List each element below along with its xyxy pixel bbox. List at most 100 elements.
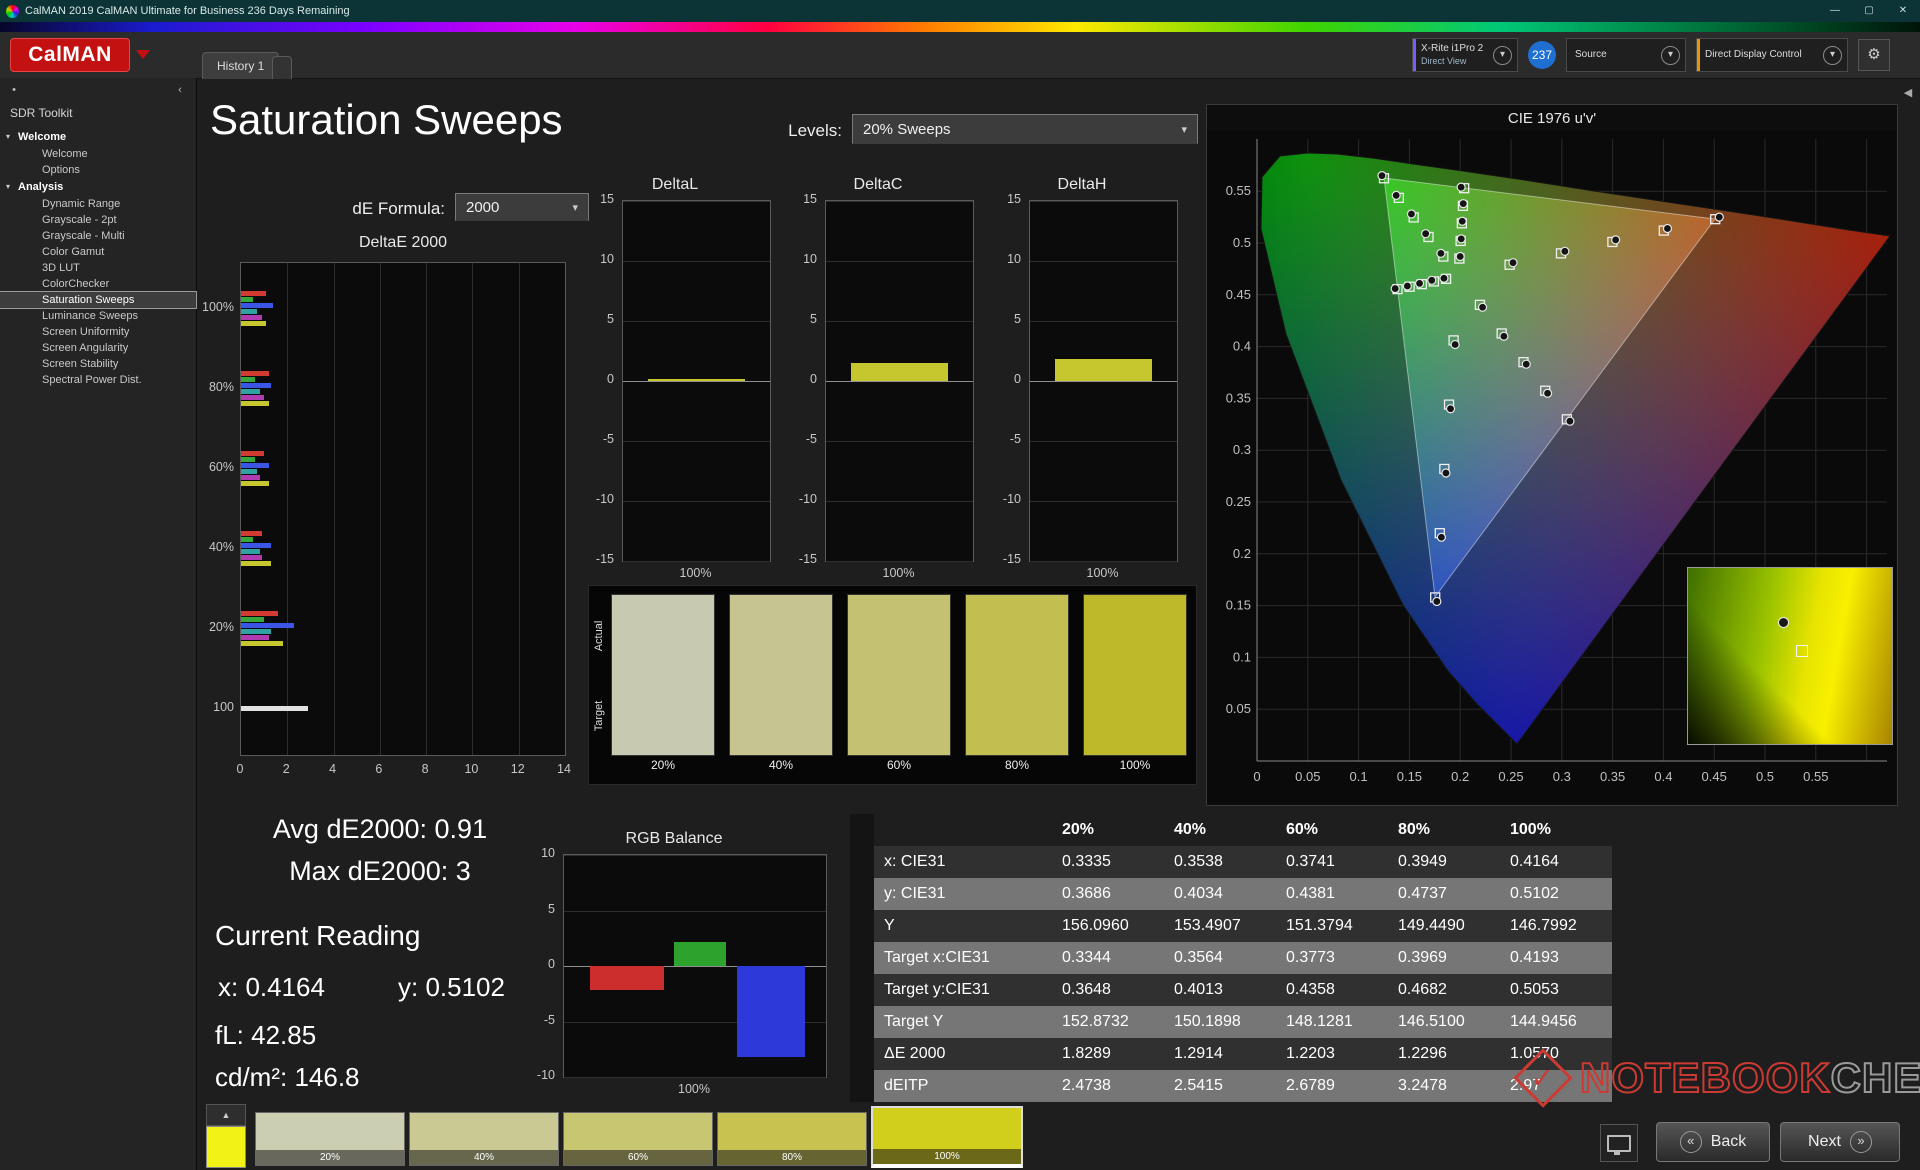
- workflow-tree: ▾ Welcome Welcome Options ▾ Analysis Dynamic R…: [0, 128, 197, 388]
- source-dropdown[interactable]: Source ▾: [1566, 38, 1686, 72]
- sidebar-item-saturation-sweeps[interactable]: Saturation Sweeps: [0, 291, 197, 309]
- logo-dropdown-caret-icon[interactable]: [136, 50, 150, 59]
- expand-up-button[interactable]: ▲: [206, 1104, 246, 1126]
- axis-tick: 10: [541, 846, 555, 860]
- axis-tick: -10: [1002, 492, 1021, 506]
- bottom-swatch-bar: 20% 40% 60% 80% 100%: [255, 1106, 1085, 1168]
- axis-tick: 0.1: [1233, 649, 1251, 664]
- meter-accent: [1413, 39, 1416, 71]
- tab-stub[interactable]: [272, 56, 292, 79]
- sidebar-item-options[interactable]: Options: [0, 162, 196, 178]
- next-button[interactable]: Next »: [1780, 1122, 1900, 1162]
- de-formula-dropdown[interactable]: 2000 ▾: [455, 193, 589, 221]
- settings-button[interactable]: ⚙: [1858, 39, 1890, 71]
- sidebar-item-luminance-sweeps[interactable]: Luminance Sweeps: [0, 308, 196, 324]
- deltac-chart: 15 10 5 0 -5 -10 -15 100%: [783, 192, 974, 592]
- back-button[interactable]: « Back: [1656, 1122, 1770, 1162]
- bottom-swatch-40[interactable]: 40%: [409, 1112, 559, 1166]
- gamut-preview-inset[interactable]: [1687, 567, 1893, 745]
- sidebar-section-welcome[interactable]: ▾ Welcome: [0, 128, 196, 146]
- current-patch-swatch[interactable]: [206, 1126, 246, 1168]
- sidebar-item-screen-uniformity[interactable]: Screen Uniformity: [0, 324, 196, 340]
- table-cell: 156.0960: [1052, 910, 1164, 942]
- swatch-label: 100%: [873, 1149, 1021, 1164]
- table-cell: 2.6789: [1276, 1070, 1388, 1102]
- axis-tick: 10: [464, 762, 479, 776]
- maximize-button[interactable]: ▢: [1852, 0, 1886, 22]
- patch-count-badge[interactable]: 237: [1528, 41, 1556, 69]
- tree-expand-icon[interactable]: ▾: [6, 182, 10, 191]
- notebookcheck-logo-icon: ✓: [1513, 1048, 1573, 1108]
- de-bar: [241, 400, 269, 406]
- minimize-button[interactable]: —: [1818, 0, 1852, 22]
- table-cell: 0.4737: [1388, 878, 1500, 910]
- sidebar-item-grayscale-2pt[interactable]: Grayscale - 2pt: [0, 212, 196, 228]
- de-bar: [241, 610, 279, 616]
- sidebar-item-spectral-power-dist[interactable]: Spectral Power Dist.: [0, 372, 196, 388]
- formula-value: 2000: [466, 198, 500, 216]
- collapse-panel-button[interactable]: ◀: [1900, 86, 1916, 99]
- swatch-color: [1083, 594, 1187, 756]
- tab-history-1[interactable]: History 1: [202, 52, 280, 79]
- axis-tick: -5: [543, 1012, 555, 1027]
- cie-measured-point: [1436, 532, 1447, 542]
- tree-expand-icon[interactable]: ▾: [6, 132, 10, 141]
- axis-tick: 0.3: [1553, 769, 1571, 784]
- de-bar: [241, 370, 269, 376]
- table-cell: 146.7992: [1500, 910, 1612, 942]
- table-cell: [850, 974, 874, 1006]
- display-control-dropdown[interactable]: Direct Display Control ▾: [1696, 38, 1848, 72]
- meter-dropdown[interactable]: X-Rite i1Pro 2 Direct View ▾: [1412, 38, 1518, 72]
- axis-tick: 100%: [1086, 566, 1119, 580]
- axis-tick: 100%: [678, 1082, 710, 1096]
- sidebar-item-screen-stability[interactable]: Screen Stability: [0, 356, 196, 372]
- page-title: Saturation Sweeps: [210, 96, 563, 143]
- axis-tick: 0.35: [1600, 769, 1625, 784]
- axis-tick: 5: [548, 901, 555, 916]
- axis-tick: 100%: [882, 566, 915, 580]
- chart-bar: [590, 966, 664, 991]
- sidebar-item-screen-angularity[interactable]: Screen Angularity: [0, 340, 196, 356]
- sidebar-item-dynamic-range[interactable]: Dynamic Range: [0, 196, 196, 212]
- axis-tick: 5: [607, 312, 614, 326]
- axis-tick: 0: [607, 372, 614, 386]
- sidebar-item-colorchecker[interactable]: ColorChecker: [0, 276, 196, 292]
- levels-dropdown[interactable]: 20% Sweeps ▾: [852, 114, 1198, 144]
- swatch-label: 40%: [410, 1150, 558, 1165]
- sidebar-section-analysis[interactable]: ▾ Analysis: [0, 178, 196, 196]
- chevron-down-icon: ▾: [572, 201, 578, 214]
- table-cell: 0.3773: [1276, 942, 1388, 974]
- sidebar-item-color-gamut[interactable]: Color Gamut: [0, 244, 196, 260]
- table-header-cell: 20%: [1062, 821, 1095, 838]
- axis-tick: 2: [282, 762, 290, 776]
- collapse-sidebar-button[interactable]: ‹: [172, 82, 188, 98]
- close-button[interactable]: ✕: [1886, 0, 1920, 22]
- swatch-color: [611, 594, 715, 756]
- de-bar: [241, 548, 260, 554]
- axis-tick: 0.05: [1226, 701, 1251, 716]
- bottom-swatch-20[interactable]: 20%: [255, 1112, 405, 1166]
- table-cell: 0.3741: [1276, 846, 1388, 878]
- rgb-balance-title: RGB Balance: [625, 830, 723, 847]
- cie-measured-point: [1390, 283, 1400, 294]
- axis-tick: 0.25: [1226, 494, 1251, 509]
- sidebar-item-welcome[interactable]: Welcome: [0, 146, 196, 162]
- bottom-swatch-80[interactable]: 80%: [717, 1112, 867, 1166]
- sidebar-item-3d-lut[interactable]: 3D LUT: [0, 260, 196, 276]
- back-label: Back: [1710, 1133, 1747, 1150]
- back-icon: «: [1679, 1131, 1702, 1153]
- bottom-swatch-60[interactable]: 60%: [563, 1112, 713, 1166]
- table-cell: 148.1281: [1276, 1006, 1388, 1038]
- calman-logo[interactable]: CalMAN: [10, 38, 130, 72]
- de-bar: [241, 542, 272, 548]
- pin-button[interactable]: •: [6, 82, 22, 98]
- sidebar-item-grayscale-multi[interactable]: Grayscale - Multi: [0, 228, 196, 244]
- table-cell: 0.3564: [1164, 942, 1276, 974]
- saturation-swatch-100: 100%: [1083, 594, 1187, 778]
- display-button[interactable]: [1600, 1124, 1638, 1162]
- table-row-label: x: CIE31: [874, 846, 1052, 878]
- table-row-label: y: CIE31: [874, 878, 1052, 910]
- axis-tick: 0.2: [1451, 769, 1469, 784]
- swatch-label: 60%: [564, 1150, 712, 1165]
- bottom-swatch-100[interactable]: 100%: [871, 1106, 1023, 1168]
